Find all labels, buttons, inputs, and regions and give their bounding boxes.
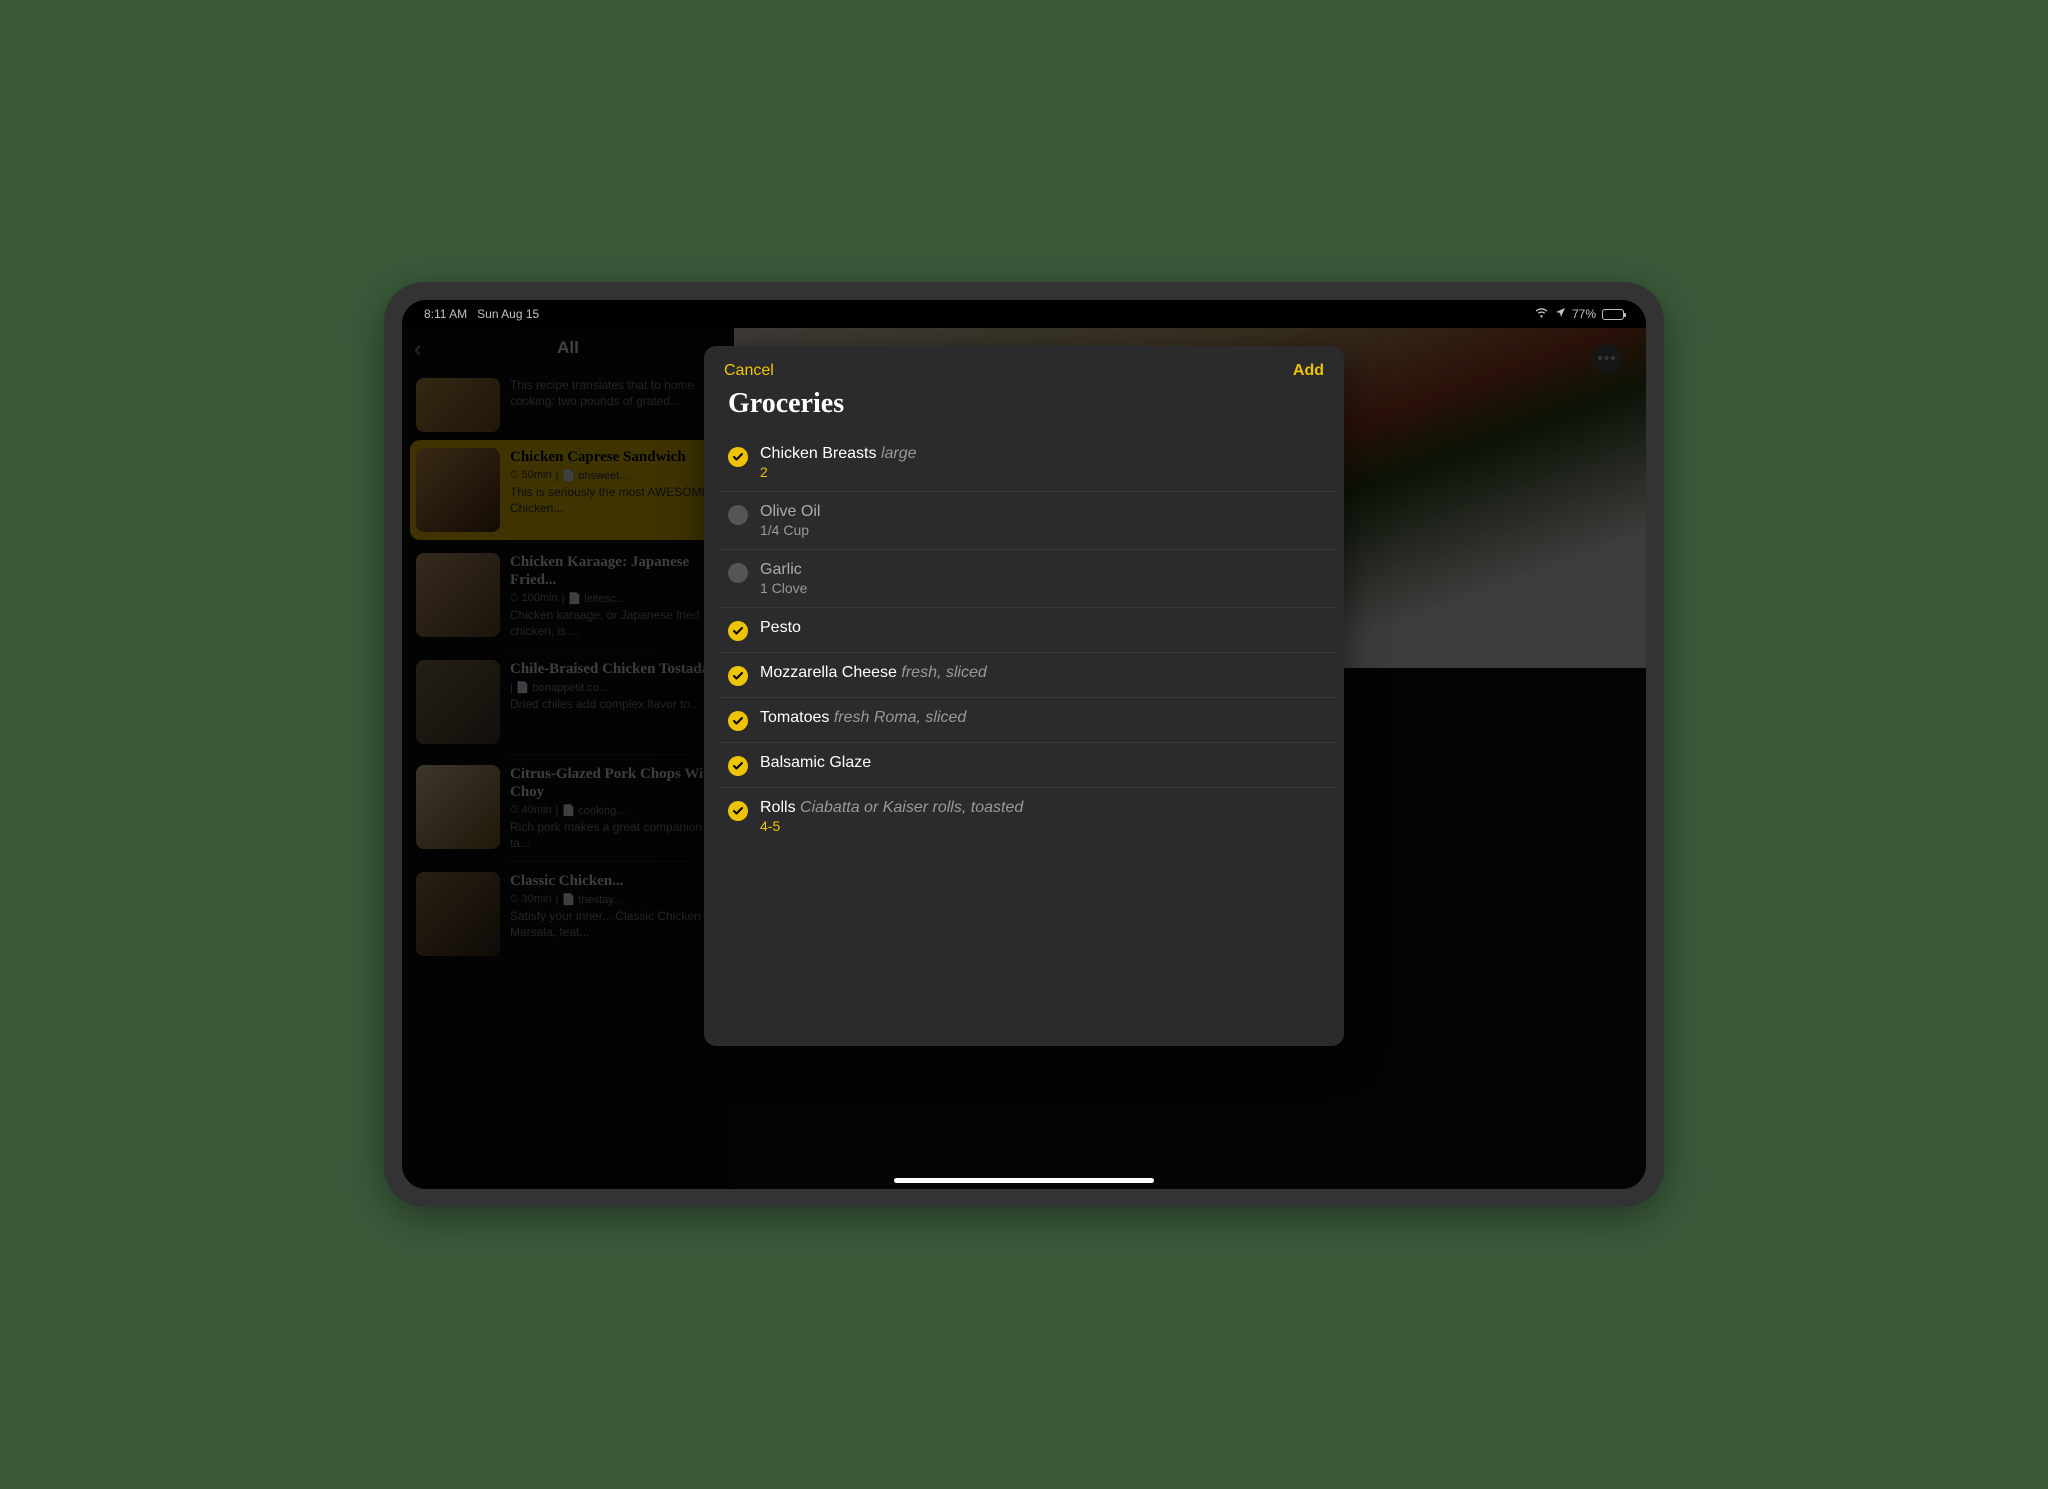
device-frame: 8:11 AM Sun Aug 15 77% ‹ All — [384, 282, 1664, 1207]
grocery-item[interactable]: Chicken Breasts large2 — [720, 434, 1336, 492]
modal-title: Groceries — [704, 384, 1344, 434]
grocery-quantity: 1/4 Cup — [760, 522, 1328, 538]
grocery-quantity: 4-5 — [760, 818, 1328, 834]
grocery-name: Mozzarella Cheese fresh, sliced — [760, 664, 1328, 682]
grocery-name: Chicken Breasts large — [760, 445, 1328, 463]
add-button[interactable]: Add — [1293, 362, 1324, 380]
grocery-name: Pesto — [760, 619, 1328, 637]
grocery-name: Rolls Ciabatta or Kaiser rolls, toasted — [760, 799, 1328, 817]
checkbox-checked-icon[interactable] — [728, 756, 748, 776]
grocery-item[interactable]: Balsamic Glaze — [720, 743, 1336, 788]
checkbox-checked-icon[interactable] — [728, 447, 748, 467]
grocery-item[interactable]: Garlic1 Clove — [720, 550, 1336, 608]
checkbox-unchecked-icon[interactable] — [728, 563, 748, 583]
grocery-quantity: 2 — [760, 464, 1328, 480]
grocery-name: Tomatoes fresh Roma, sliced — [760, 709, 1328, 727]
home-indicator[interactable] — [894, 1178, 1154, 1183]
checkbox-checked-icon[interactable] — [728, 666, 748, 686]
grocery-item[interactable]: Mozzarella Cheese fresh, sliced — [720, 653, 1336, 698]
grocery-item[interactable]: Olive Oil1/4 Cup — [720, 492, 1336, 550]
groceries-modal: Cancel Add Groceries Chicken Breasts lar… — [704, 346, 1344, 1046]
grocery-item[interactable]: Pesto — [720, 608, 1336, 653]
screen: 8:11 AM Sun Aug 15 77% ‹ All — [402, 300, 1646, 1189]
grocery-item[interactable]: Tomatoes fresh Roma, sliced — [720, 698, 1336, 743]
cancel-button[interactable]: Cancel — [724, 362, 774, 380]
grocery-name: Balsamic Glaze — [760, 754, 1328, 772]
grocery-name: Olive Oil — [760, 503, 1328, 521]
grocery-name: Garlic — [760, 561, 1328, 579]
checkbox-checked-icon[interactable] — [728, 711, 748, 731]
checkbox-checked-icon[interactable] — [728, 621, 748, 641]
grocery-list: Chicken Breasts large2Olive Oil1/4 CupGa… — [704, 434, 1344, 845]
grocery-quantity: 1 Clove — [760, 580, 1328, 596]
checkbox-checked-icon[interactable] — [728, 801, 748, 821]
grocery-item[interactable]: Rolls Ciabatta or Kaiser rolls, toasted4… — [720, 788, 1336, 845]
checkbox-unchecked-icon[interactable] — [728, 505, 748, 525]
